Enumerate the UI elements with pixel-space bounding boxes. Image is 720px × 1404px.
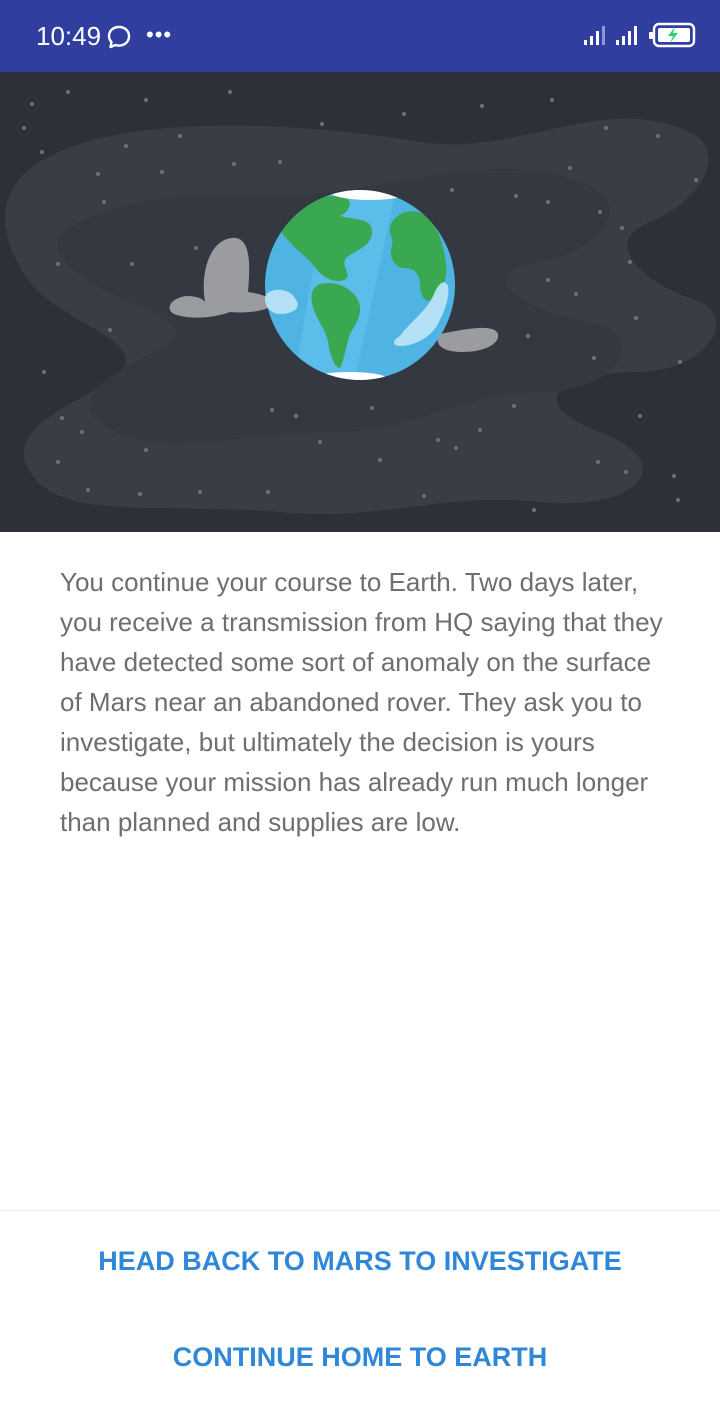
battery-charging-icon [649, 22, 696, 48]
earth-in-space-icon [0, 72, 720, 532]
hero-illustration [0, 72, 720, 532]
continue-home-button[interactable]: CONTINUE HOME TO EARTH [0, 1322, 720, 1392]
more-icon: ••• [146, 22, 173, 47]
signal-icon [616, 26, 637, 45]
story-text: You continue your course to Earth. Two d… [60, 567, 663, 837]
head-back-to-mars-button[interactable]: HEAD BACK TO MARS TO INVESTIGATE [0, 1226, 720, 1296]
status-time: 10:49 [36, 21, 102, 51]
chat-bubble-icon [107, 25, 131, 49]
status-bar: 10:49 ••• [0, 0, 720, 72]
divider [0, 1210, 720, 1211]
signal-icon [584, 26, 605, 45]
